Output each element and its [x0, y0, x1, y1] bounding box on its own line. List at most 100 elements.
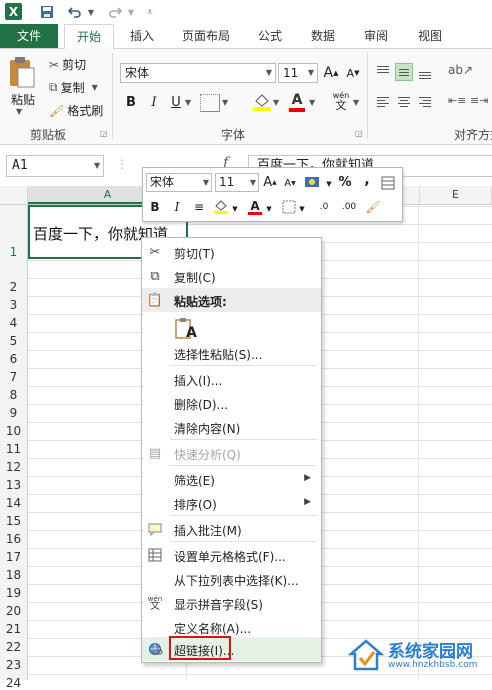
mini-comma-button[interactable]: ,: [359, 171, 375, 189]
mini-number-format-dropdown-icon[interactable]: ▼: [325, 175, 333, 193]
copy-button[interactable]: ⧉ 复制 ▼: [49, 79, 98, 96]
menu-item-filter[interactable]: 筛选(E) ▶: [142, 467, 321, 491]
mini-format-cells-icon[interactable]: [380, 174, 396, 192]
align-middle-icon[interactable]: [395, 63, 413, 81]
tab-data[interactable]: 数据: [303, 24, 343, 48]
paste-button[interactable]: 粘贴 ▼: [6, 55, 36, 116]
row-number[interactable]: 9: [0, 406, 27, 420]
row-number[interactable]: 1: [0, 245, 27, 259]
borders-icon[interactable]: [200, 94, 220, 112]
row-number[interactable]: 24: [0, 676, 27, 690]
row-number[interactable]: 14: [0, 496, 27, 510]
row-number[interactable]: 3: [0, 298, 27, 312]
phonetic-button[interactable]: wén 文: [330, 91, 352, 111]
tab-insert[interactable]: 插入: [122, 24, 162, 48]
redo-dropdown-icon[interactable]: ▼: [126, 3, 136, 21]
menu-item-copy[interactable]: ⧉ 复制(C): [142, 264, 321, 288]
font-size-combo[interactable]: 11 ▼: [278, 63, 318, 83]
italic-button[interactable]: I: [145, 93, 163, 111]
tab-page-layout[interactable]: 页面布局: [174, 24, 238, 48]
clipboard-launcher-icon[interactable]: ◲: [100, 129, 108, 138]
menu-item-paste-special[interactable]: 选择性粘贴(S)...: [142, 341, 321, 365]
mini-align-center-icon[interactable]: ≡: [191, 198, 207, 216]
tab-home[interactable]: 开始: [64, 24, 114, 50]
menu-item-insert[interactable]: 插入(I)...: [142, 367, 321, 391]
row-number[interactable]: 19: [0, 586, 27, 600]
fill-dropdown-icon[interactable]: ▼: [273, 98, 279, 107]
menu-item-sort[interactable]: 排序(O) ▶: [142, 491, 321, 515]
font-launcher-icon[interactable]: ◲: [355, 129, 363, 138]
name-box[interactable]: A1: [6, 155, 104, 177]
cut-button[interactable]: ✂ 剪切: [49, 56, 86, 73]
column-header-e[interactable]: E: [420, 186, 492, 204]
font-color-button[interactable]: A: [287, 92, 307, 112]
orientation-icon[interactable]: ab↗: [448, 63, 473, 77]
undo-icon[interactable]: [66, 3, 84, 21]
align-bottom-icon[interactable]: [416, 63, 434, 81]
row-number[interactable]: 20: [0, 604, 27, 618]
menu-item-clear-contents[interactable]: 清除内容(N): [142, 415, 321, 439]
mini-font-color-dropdown-icon[interactable]: ▼: [265, 200, 273, 218]
mini-number-format-icon[interactable]: [303, 173, 323, 191]
font-name-combo[interactable]: 宋体 ▼: [120, 63, 276, 83]
mini-fill-dropdown-icon[interactable]: ▼: [231, 200, 239, 218]
mini-borders-icon[interactable]: [281, 198, 297, 216]
row-number[interactable]: 16: [0, 532, 27, 546]
tab-review[interactable]: 审阅: [356, 24, 396, 48]
row-number[interactable]: 6: [0, 352, 27, 366]
row-number[interactable]: 15: [0, 514, 27, 528]
menu-item-format-cells[interactable]: 设置单元格格式(F)...: [142, 543, 321, 567]
increase-font-icon[interactable]: A ▲: [322, 64, 340, 82]
fill-color-icon[interactable]: [252, 92, 272, 112]
underline-button[interactable]: U: [167, 93, 185, 111]
row-number[interactable]: 13: [0, 478, 27, 492]
mini-increase-font-icon[interactable]: A ▲: [262, 173, 278, 191]
phonetic-dropdown-icon[interactable]: ▼: [353, 98, 359, 107]
row-number[interactable]: 10: [0, 424, 27, 438]
redo-icon[interactable]: [106, 3, 124, 21]
mini-decrease-decimal-button[interactable]: .00: [337, 198, 361, 216]
format-painter-button[interactable]: 🖌 格式刷: [49, 102, 103, 119]
mini-fill-color-icon[interactable]: [213, 198, 229, 216]
mini-percent-button[interactable]: %: [337, 173, 353, 191]
row-number[interactable]: 4: [0, 316, 27, 330]
mini-format-painter-icon[interactable]: 🖌: [365, 198, 381, 216]
mini-font-color-button[interactable]: A: [247, 197, 263, 215]
indent-icon[interactable]: ⇤≡: [448, 94, 466, 107]
outdent-icon[interactable]: ≡⇥: [470, 94, 488, 107]
row-number[interactable]: 21: [0, 622, 27, 636]
mini-increase-decimal-button[interactable]: .0: [313, 198, 335, 216]
row-number[interactable]: 8: [0, 388, 27, 402]
underline-dropdown-icon[interactable]: ▼: [185, 98, 191, 107]
mini-font-name-combo[interactable]: 宋体 ▼: [146, 173, 212, 192]
menu-item-phonetic[interactable]: wén 文 显示拼音字段(S): [142, 591, 321, 615]
align-center-icon[interactable]: [395, 94, 413, 112]
mini-font-size-combo[interactable]: 11 ▼: [215, 173, 259, 192]
customize-qat-icon[interactable]: ⩡: [144, 3, 156, 21]
row-number[interactable]: 18: [0, 568, 27, 582]
row-number[interactable]: 5: [0, 334, 27, 348]
row-number[interactable]: 22: [0, 640, 27, 654]
mini-italic-button[interactable]: I: [169, 198, 185, 216]
undo-dropdown-icon[interactable]: ▼: [86, 3, 96, 21]
align-left-icon[interactable]: [374, 94, 392, 112]
row-number[interactable]: 23: [0, 658, 27, 672]
row-number[interactable]: 11: [0, 442, 27, 456]
menu-item-pick-from-list[interactable]: 从下拉列表中选择(K)...: [142, 567, 321, 591]
align-right-icon[interactable]: [416, 94, 434, 112]
select-all-corner[interactable]: [0, 186, 28, 204]
menu-item-cut[interactable]: ✂ 剪切(T): [142, 240, 321, 264]
name-box-dropdown-icon[interactable]: ▼: [94, 161, 100, 170]
borders-dropdown-icon[interactable]: ▼: [222, 98, 228, 107]
align-top-icon[interactable]: [374, 63, 392, 81]
bold-button[interactable]: B: [122, 93, 140, 111]
row-number[interactable]: 12: [0, 460, 27, 474]
font-color-dropdown-icon[interactable]: ▼: [309, 98, 315, 107]
menu-item-delete[interactable]: 删除(D)...: [142, 391, 321, 415]
row-number[interactable]: 7: [0, 370, 27, 384]
mini-decrease-font-icon[interactable]: A ▼: [282, 174, 298, 192]
row-number[interactable]: 2: [0, 280, 27, 294]
save-icon[interactable]: [38, 3, 56, 21]
menu-item-insert-comment[interactable]: 插入批注(M): [142, 517, 321, 541]
tab-formulas[interactable]: 公式: [250, 24, 290, 48]
